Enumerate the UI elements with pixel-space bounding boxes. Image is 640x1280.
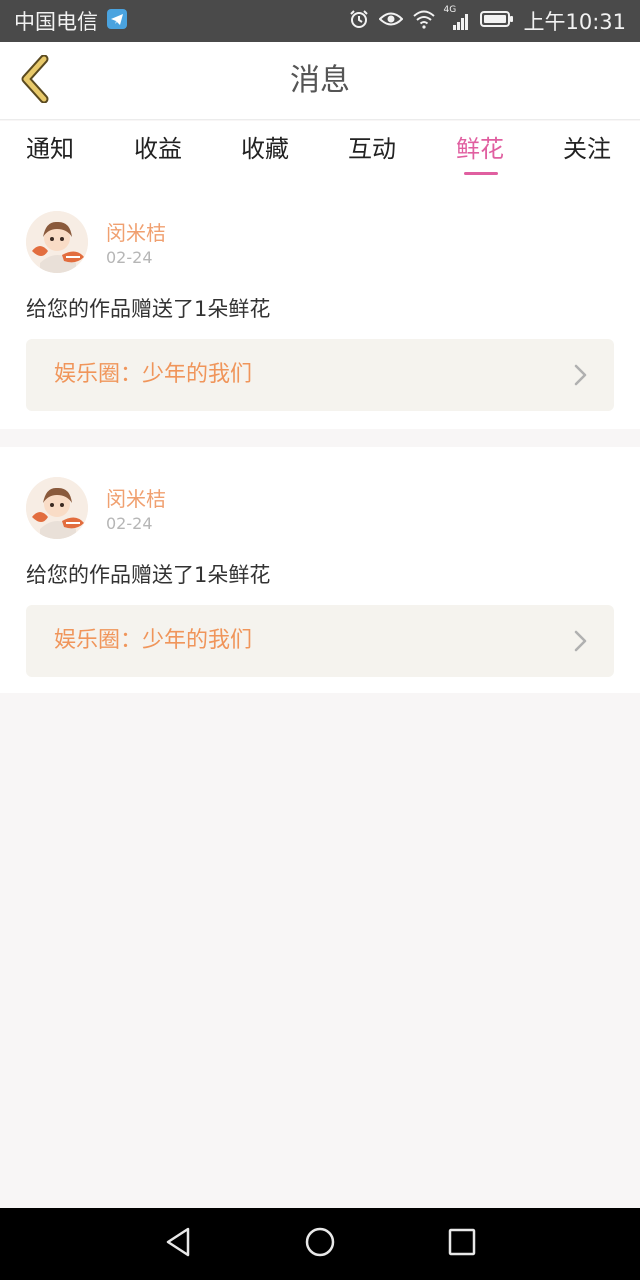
message-text: 给您的作品赠送了1朵鲜花 [26, 563, 271, 587]
home-circle-icon [304, 1226, 336, 1262]
telegram-icon [106, 8, 128, 35]
wifi-icon [412, 9, 436, 34]
eye-icon [379, 9, 404, 33]
tab-interactions[interactable]: 互动 [348, 121, 396, 181]
user-name[interactable]: 闵米桔 [106, 483, 166, 512]
active-tab-indicator [464, 172, 498, 175]
status-bar-left: 中国电信 [14, 6, 128, 36]
message-date: 02-24 [106, 248, 153, 267]
nav-home-button[interactable] [298, 1222, 342, 1266]
signal-icon: 4G [443, 5, 471, 31]
work-link-label: 娱乐圈：少年的我们 [54, 362, 253, 387]
work-link[interactable]: 娱乐圈：少年的我们 [26, 339, 614, 411]
tab-notifications[interactable]: 通知 [26, 121, 74, 181]
tab-following[interactable]: 关注 [563, 121, 611, 181]
network-type-label: 4G [443, 5, 457, 15]
nav-back-button[interactable] [156, 1222, 200, 1266]
nav-recents-button[interactable] [440, 1222, 484, 1266]
avatar[interactable] [26, 211, 88, 273]
recents-square-icon [447, 1227, 477, 1261]
avatar[interactable] [26, 477, 88, 539]
message-text: 给您的作品赠送了1朵鲜花 [26, 297, 271, 321]
carrier-label: 中国电信 [14, 10, 98, 34]
back-triangle-icon [163, 1226, 193, 1262]
tab-earnings[interactable]: 收益 [134, 121, 182, 181]
chevron-right-icon [568, 629, 592, 653]
message-card: 闵米桔 02-24 给您的作品赠送了1朵鲜花 娱乐圈：少年的我们 [0, 447, 640, 693]
status-bar-right: 4G 上午10:31 [348, 5, 626, 36]
alarm-icon [348, 8, 370, 35]
status-bar: 中国电信 4G 上午10:31 [0, 0, 640, 42]
app-bar: 消息 [0, 42, 640, 120]
work-link[interactable]: 娱乐圈：少年的我们 [26, 605, 614, 677]
user-name[interactable]: 闵米桔 [106, 217, 166, 246]
message-date: 02-24 [106, 514, 153, 533]
chevron-right-icon [568, 363, 592, 387]
work-link-label: 娱乐圈：少年的我们 [54, 628, 253, 653]
page-title: 消息 [290, 63, 350, 98]
battery-icon [480, 9, 514, 33]
tab-favorites[interactable]: 收藏 [241, 121, 289, 181]
clock-label: 上午10:31 [523, 10, 626, 34]
message-card: 闵米桔 02-24 给您的作品赠送了1朵鲜花 娱乐圈：少年的我们 [0, 181, 640, 429]
tab-bar: 通知 收益 收藏 互动 鲜花 关注 [0, 121, 640, 181]
system-nav-bar [0, 1208, 640, 1280]
